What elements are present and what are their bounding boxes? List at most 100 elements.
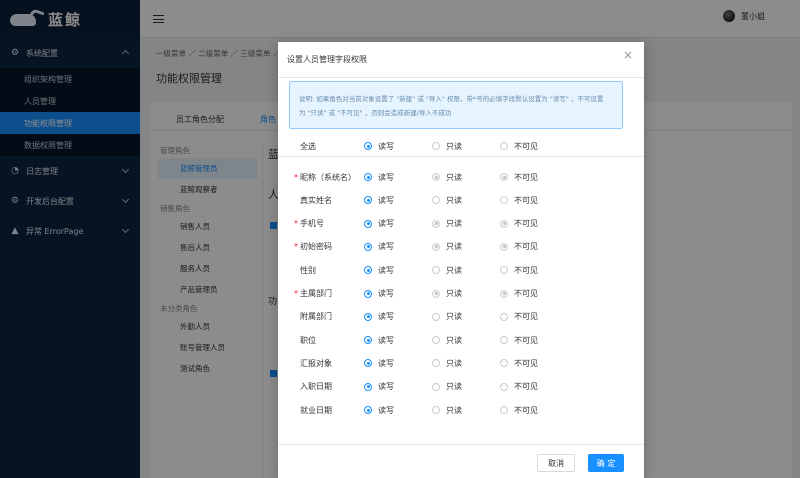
option-read-write[interactable]: 读写 [364, 288, 394, 299]
option-read-only[interactable]: 只读 [432, 195, 462, 206]
option-read-write[interactable]: 读写 [364, 311, 394, 322]
field-label-text: 全选 [300, 141, 316, 151]
field-label: 性别 [294, 265, 316, 276]
option-label: 读写 [378, 265, 394, 275]
notice-box: 说明: 如果角色对当前对象设置了 "新建" 或 "导入" 权限，带*号的必填字段… [289, 81, 623, 129]
option-read-write[interactable]: 读写 [364, 265, 394, 276]
field-label-text: 性别 [300, 265, 316, 275]
confirm-button[interactable]: 确 定 [588, 454, 624, 472]
option-read-only[interactable]: 只读 [432, 172, 462, 183]
option-label: 读写 [378, 405, 394, 415]
option-read-only[interactable]: 只读 [432, 335, 462, 346]
field-label-text: 职位 [300, 335, 316, 345]
option-read-only[interactable]: 只读 [432, 241, 462, 252]
option-invisible[interactable]: 不可见 [500, 288, 538, 299]
radio-button[interactable] [364, 382, 372, 391]
field-label-text: 昵称（系统名） [300, 172, 356, 182]
radio-button[interactable] [500, 142, 508, 150]
radio-button[interactable] [432, 266, 440, 275]
option-read-write[interactable]: 读写 [364, 335, 394, 346]
radio-button[interactable] [500, 266, 508, 275]
option-read-only[interactable]: 只读 [432, 288, 462, 299]
field-label-text: 主属部门 [300, 289, 332, 298]
radio-button[interactable] [500, 289, 508, 298]
radio-button[interactable] [500, 196, 508, 205]
option-invisible[interactable]: 不可见 [500, 335, 538, 346]
radio-button[interactable] [500, 382, 508, 391]
radio-button[interactable] [364, 359, 372, 368]
option-label: 读写 [378, 382, 394, 392]
option-read-write[interactable]: 读写 [364, 381, 394, 392]
option-label: 只读 [446, 289, 462, 298]
close-icon[interactable]: × [622, 49, 634, 61]
radio-button[interactable] [364, 242, 372, 251]
option-read-write[interactable]: 读写 [364, 141, 394, 152]
option-invisible[interactable]: 不可见 [500, 172, 538, 183]
radio-button[interactable] [500, 336, 508, 345]
radio-button[interactable] [500, 173, 508, 181]
radio-button[interactable] [364, 219, 372, 228]
radio-button[interactable] [364, 173, 372, 181]
option-invisible[interactable]: 不可见 [500, 241, 538, 252]
radio-button[interactable] [432, 359, 440, 368]
option-label: 只读 [446, 405, 462, 415]
radio-button[interactable] [432, 242, 440, 251]
field-row: * 主属部门 读写 只读 不可见 [278, 283, 644, 305]
option-read-only[interactable]: 只读 [432, 141, 462, 152]
option-label: 不可见 [514, 289, 538, 298]
option-label: 读写 [378, 172, 394, 182]
option-read-write[interactable]: 读写 [364, 405, 394, 416]
option-invisible[interactable]: 不可见 [500, 311, 538, 322]
option-invisible[interactable]: 不可见 [500, 405, 538, 416]
field-row: 就业日期 读写 只读 不可见 [278, 399, 644, 421]
radio-button[interactable] [364, 336, 372, 345]
option-read-only[interactable]: 只读 [432, 311, 462, 322]
option-label: 不可见 [514, 335, 538, 345]
radio-button[interactable] [432, 289, 440, 298]
option-label: 不可见 [514, 172, 538, 182]
option-invisible[interactable]: 不可见 [500, 265, 538, 276]
option-read-only[interactable]: 只读 [432, 405, 462, 416]
radio-button[interactable] [364, 196, 372, 205]
radio-button[interactable] [500, 219, 508, 228]
radio-button[interactable] [432, 196, 440, 205]
radio-button[interactable] [432, 382, 440, 391]
radio-button[interactable] [364, 289, 372, 298]
radio-button[interactable] [500, 406, 508, 414]
radio-button[interactable] [364, 312, 372, 321]
radio-button[interactable] [500, 312, 508, 321]
field-label-text: 初始密码 [300, 242, 332, 252]
option-read-only[interactable]: 只读 [432, 265, 462, 276]
option-read-only[interactable]: 只读 [432, 218, 462, 229]
field-label: 汇报对象 [294, 358, 332, 369]
radio-button[interactable] [432, 406, 440, 414]
option-read-write[interactable]: 读写 [364, 172, 394, 183]
option-read-only[interactable]: 只读 [432, 358, 462, 369]
option-read-write[interactable]: 读写 [364, 358, 394, 369]
radio-button[interactable] [432, 173, 440, 181]
radio-button[interactable] [364, 142, 372, 150]
required-mark: * [294, 289, 298, 298]
radio-button[interactable] [432, 142, 440, 150]
option-invisible[interactable]: 不可见 [500, 141, 538, 152]
cancel-button[interactable]: 取消 [537, 454, 575, 472]
radio-button[interactable] [364, 266, 372, 275]
radio-button[interactable] [500, 242, 508, 251]
option-invisible[interactable]: 不可见 [500, 195, 538, 206]
option-label: 只读 [446, 358, 462, 368]
option-read-write[interactable]: 读写 [364, 218, 394, 229]
option-read-only[interactable]: 只读 [432, 381, 462, 392]
option-invisible[interactable]: 不可见 [500, 218, 538, 229]
radio-button[interactable] [364, 406, 372, 414]
field-row: 入职日期 读写 只读 不可见 [278, 376, 644, 398]
option-read-write[interactable]: 读写 [364, 241, 394, 252]
field-label: 就业日期 [294, 405, 332, 416]
radio-button[interactable] [432, 336, 440, 345]
radio-button[interactable] [432, 219, 440, 228]
option-label: 读写 [378, 358, 394, 368]
option-read-write[interactable]: 读写 [364, 195, 394, 206]
option-invisible[interactable]: 不可见 [500, 358, 538, 369]
radio-button[interactable] [500, 359, 508, 368]
radio-button[interactable] [432, 312, 440, 321]
option-invisible[interactable]: 不可见 [500, 381, 538, 392]
